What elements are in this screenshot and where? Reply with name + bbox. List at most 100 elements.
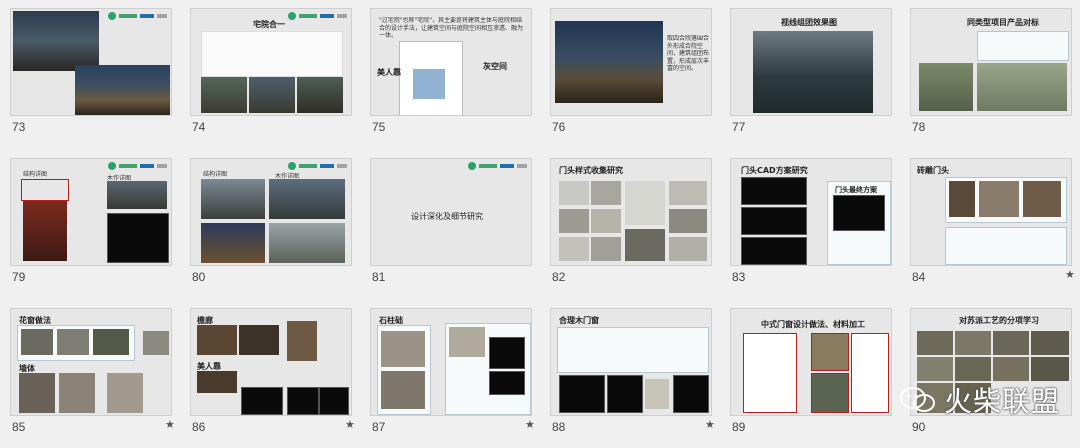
watermark: 火柴联盟 bbox=[900, 380, 1060, 420]
cad-drawing bbox=[489, 371, 525, 395]
slide-photo bbox=[249, 77, 295, 113]
slide-78-canvas: 同类型项目产品对标 bbox=[910, 8, 1072, 116]
slide-number: 89 bbox=[732, 420, 746, 434]
animation-star-icon: ★ bbox=[705, 419, 715, 431]
brand-logo bbox=[288, 162, 347, 170]
slide-photo bbox=[201, 223, 265, 263]
highlight-box bbox=[21, 179, 69, 201]
slide-thumbnail-82[interactable]: 门头样式收集研究 82 bbox=[540, 150, 712, 298]
cad-drawing bbox=[241, 387, 283, 415]
slide-73-canvas bbox=[10, 8, 172, 116]
slide-thumbnail-77[interactable]: 视线组团效果图 77 bbox=[720, 0, 892, 148]
animation-star-icon: ★ bbox=[345, 419, 355, 431]
slide-number: 90 bbox=[912, 420, 926, 434]
slide-photo bbox=[449, 327, 485, 357]
slide-photo bbox=[201, 179, 265, 219]
slide-photo bbox=[143, 331, 169, 355]
slide-photo bbox=[201, 77, 247, 113]
slide-thumbnail-84[interactable]: 砖雕门头 84 ★ bbox=[900, 150, 1075, 298]
cad-drawing bbox=[287, 387, 319, 415]
slide-number: 75 bbox=[372, 120, 386, 134]
slide-82-canvas: 门头样式收集研究 bbox=[550, 158, 712, 266]
slide-photo bbox=[197, 325, 237, 355]
highlight-box bbox=[743, 333, 797, 413]
slide-thumbnail-81[interactable]: 设计深化及细节研究 81 bbox=[360, 150, 532, 298]
slide-title: 视线组团效果图 bbox=[781, 18, 837, 27]
brand-logo bbox=[108, 12, 167, 20]
slide-thumbnail-79[interactable]: 结构详图 木作详图 79 bbox=[0, 150, 172, 298]
slide-77-canvas: 视线组团效果图 bbox=[730, 8, 892, 116]
slide-number: 82 bbox=[552, 270, 566, 284]
slide-title: 同类型项目产品对标 bbox=[967, 18, 1039, 27]
cad-drawing bbox=[107, 213, 169, 263]
slide-photo bbox=[59, 373, 95, 413]
slide-number: 87 bbox=[372, 420, 386, 434]
slide-88-canvas: 合理木门窗 bbox=[550, 308, 712, 416]
section-label: 结构详图 bbox=[23, 171, 48, 178]
slide-thumbnail-89[interactable]: 中式门窗设计做法、材料加工 89 bbox=[720, 300, 892, 448]
slide-thumbnail-80[interactable]: 结构详图 木作详图 80 bbox=[180, 150, 352, 298]
slide-title: 宅院合一 bbox=[253, 20, 285, 29]
slide-thumbnail-90[interactable]: 对苏派工艺的分项学习 90 bbox=[900, 300, 1072, 448]
slide-number: 74 bbox=[192, 120, 206, 134]
slide-photo bbox=[669, 181, 707, 205]
cad-drawing bbox=[607, 375, 643, 413]
slide-number: 73 bbox=[12, 120, 26, 134]
slide-thumbnail-78[interactable]: 同类型项目产品对标 78 bbox=[900, 0, 1072, 148]
slide-photo bbox=[21, 329, 53, 355]
slide-83-canvas: 门头CAD方案研究 门头最终方案 bbox=[730, 158, 892, 266]
slide-thumbnail-75[interactable]: "过宅院"也称"宅院"，其主要是将建筑主体与庭院相结合的设计手法，让建筑空间与庭… bbox=[360, 0, 532, 148]
wechat-icon bbox=[900, 387, 935, 412]
slide-photo bbox=[559, 237, 589, 261]
slide-photo bbox=[287, 321, 317, 361]
slide-thumbnail-73[interactable]: 73 bbox=[0, 0, 172, 148]
slide-photo bbox=[669, 237, 707, 261]
slide-photo bbox=[269, 223, 345, 263]
slide-sorter-grid: 73 宅院合一 74 "过宅院"也称"宅院"，其主要是将建筑主体与庭院相结合的设… bbox=[0, 0, 1080, 448]
slide-thumbnail-85[interactable]: 花窗做法 墙体 85 ★ bbox=[0, 300, 175, 448]
text-panel bbox=[557, 327, 709, 373]
slide-number: 77 bbox=[732, 120, 746, 134]
slide-photo bbox=[645, 379, 669, 409]
slide-number: 76 bbox=[552, 120, 566, 134]
slide-photo bbox=[917, 331, 953, 355]
slide-thumbnail-76[interactable]: 取四合院落围合外形成合院空间，建筑组团布置，形成层次丰富的空间。 76 bbox=[540, 0, 712, 148]
slide-title: 门头样式收集研究 bbox=[559, 166, 623, 175]
cad-drawing bbox=[741, 237, 807, 265]
slide-photo bbox=[381, 371, 425, 409]
slide-photo bbox=[917, 357, 953, 381]
slide-86-canvas: 檐廊 美人靠 bbox=[190, 308, 352, 416]
slide-table bbox=[977, 31, 1069, 61]
slide-photo bbox=[625, 229, 665, 261]
slide-photo bbox=[381, 331, 425, 367]
slide-thumbnail-88[interactable]: 合理木门窗 88 ★ bbox=[540, 300, 715, 448]
slide-photo bbox=[993, 357, 1029, 381]
slide-number: 86 bbox=[192, 420, 206, 434]
slide-photo bbox=[269, 179, 345, 219]
slide-photo bbox=[949, 181, 975, 217]
slide-title: 设计深化及细节研究 bbox=[411, 212, 483, 221]
slide-photo bbox=[955, 357, 991, 381]
slide-body-text: "过宅院"也称"宅院"，其主要是将建筑主体与庭院相结合的设计手法，让建筑空间与庭… bbox=[379, 17, 524, 39]
slide-plan-highlight bbox=[413, 69, 445, 99]
slide-photo bbox=[75, 65, 170, 115]
slide-title: 合理木门窗 bbox=[559, 316, 599, 325]
panel-title: 门头最终方案 bbox=[835, 186, 877, 194]
slide-number: 79 bbox=[12, 270, 26, 284]
cad-drawing bbox=[741, 207, 807, 235]
slide-79-canvas: 结构详图 木作详图 bbox=[10, 158, 172, 266]
slide-thumbnail-83[interactable]: 门头CAD方案研究 门头最终方案 83 bbox=[720, 150, 892, 298]
slide-photo bbox=[993, 331, 1029, 355]
slide-76-canvas: 取四合院落围合外形成合院空间，建筑组团布置，形成层次丰富的空间。 bbox=[550, 8, 712, 116]
slide-thumbnail-86[interactable]: 檐廊 美人靠 86 ★ bbox=[180, 300, 355, 448]
slide-title: 中式门窗设计做法、材料加工 bbox=[761, 320, 865, 329]
slide-thumbnail-87[interactable]: 石柱础 87 ★ bbox=[360, 300, 535, 448]
slide-photo bbox=[297, 77, 343, 113]
slide-81-canvas: 设计深化及细节研究 bbox=[370, 158, 532, 266]
cad-drawing bbox=[489, 337, 525, 369]
slide-title: 门头CAD方案研究 bbox=[741, 166, 808, 175]
slide-thumbnail-74[interactable]: 宅院合一 74 bbox=[180, 0, 352, 148]
slide-photo bbox=[23, 201, 67, 261]
cad-drawing bbox=[833, 195, 885, 231]
slide-map bbox=[977, 63, 1067, 111]
